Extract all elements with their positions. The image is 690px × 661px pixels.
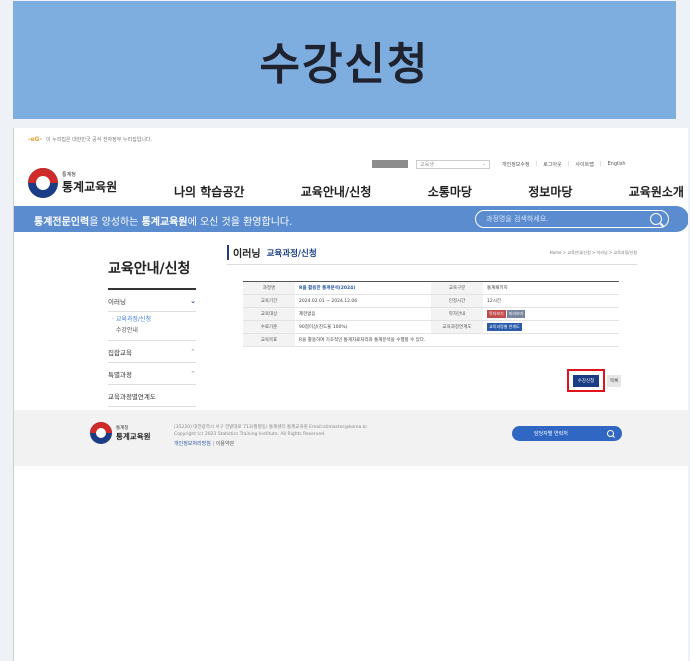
- sidebar: 교육안내/신청 이러닝 ⌄ · 교육과정/신청 수강안내 집합교육 ⌃ 특별과정 ⌃ …: [108, 241, 196, 407]
- edit-profile-link[interactable]: 개인정보수정: [502, 161, 530, 168]
- highlight-box: 수강신청: [567, 369, 605, 392]
- course-name: R을 활용한 통계분석(2024): [295, 281, 431, 295]
- english-link[interactable]: English: [607, 161, 625, 167]
- table-row: 교육목표 R을 활용하여 기초적인 통계자료처리와 통계분석을 수행할 수 있다…: [243, 333, 619, 347]
- course-search-input[interactable]: 과정명을 검색하세요.: [475, 210, 669, 228]
- content-header: 이러닝 교육과정/신청 Home > 교육안내/신청 > 이러닝 > 교육과정/…: [227, 241, 637, 265]
- sidebar-item-group-edu[interactable]: 집합교육 ⌃: [108, 341, 196, 363]
- apply-button[interactable]: 수강신청: [572, 374, 600, 387]
- terms-link[interactable]: 이용약관: [216, 441, 234, 447]
- footer-copyright: Copyright (c) 2023 Statistics Training I…: [174, 432, 326, 437]
- table-row: 교육기간 2024.02.01 ~ 2024.12.06 인정시간 12시간: [243, 294, 619, 308]
- site-logo[interactable]: 통계청 통계교육원: [28, 168, 117, 198]
- toc-view-button[interactable]: 목차보기: [487, 310, 506, 318]
- utility-bar: 교육생 ⌄ 개인정보수정 | 로그아웃 | 사이트맵 | English: [372, 158, 632, 170]
- nav-community[interactable]: 소통마당: [428, 183, 472, 200]
- welcome-slogan: 통계전문인력을 양성하는 통계교육원에 오신 것을 환영합니다.: [34, 217, 293, 228]
- nav-my-learning[interactable]: 나의 학습공간: [174, 183, 244, 200]
- footer-logo: 통계청 통계교육원: [90, 422, 151, 444]
- gov-mark-icon: -eG-: [28, 136, 42, 143]
- footer-info: (35220) 대전광역시 서구 한밭대로 713(월평동) 통계센터 통계교육…: [174, 424, 367, 448]
- gov-notice-text: 이 누리집은 대한민국 공식 전자정부 누리집입니다.: [45, 137, 153, 143]
- chevron-down-icon: ⌄: [190, 296, 196, 305]
- list-button[interactable]: 목록: [607, 374, 622, 387]
- sidebar-item-special[interactable]: 특별과정 ⌃: [108, 363, 196, 385]
- footer-address: (35220) 대전광역시 서구 한밭대로 713(월평동) 통계센터 통계교육…: [174, 425, 368, 430]
- search-icon: [607, 430, 614, 437]
- nav-about[interactable]: 교육원소개: [629, 183, 684, 200]
- slide-background: 수강신청 -eG- 이 누리집은 대한민국 공식 전자정부 누리집입니다. 교육…: [0, 0, 690, 661]
- action-buttons: 수강신청 목록: [567, 369, 622, 392]
- nav-info[interactable]: 정보마당: [528, 183, 572, 200]
- table-row: 과정명 R을 활용한 통계분석(2024) 교육구분 통계패키지: [243, 281, 619, 295]
- divider: |: [567, 161, 570, 167]
- search-icon[interactable]: [650, 213, 662, 225]
- preview-button[interactable]: 미리보기: [506, 310, 526, 318]
- search-placeholder: 과정명을 검색하세요.: [486, 215, 549, 223]
- gov-notice: -eG- 이 누리집은 대한민국 공식 전자정부 누리집입니다.: [28, 136, 152, 143]
- contact-by-staff-button[interactable]: 담당자별 연락처: [512, 426, 622, 441]
- logo-name: 통계교육원: [62, 180, 118, 194]
- table-row: 수료기준 90점이상(진도율 100%) 교육과정연계도 교육과정별 연계도: [243, 320, 619, 334]
- divider: |: [599, 161, 602, 167]
- roadmap-button[interactable]: 교육과정별 연계도: [487, 323, 522, 331]
- sidebar-item-roadmap[interactable]: 교육과정별연계도: [108, 385, 196, 407]
- sidebar-submenu: · 교육과정/신청 수강안내: [108, 312, 196, 341]
- logout-link[interactable]: 로그아웃: [543, 161, 561, 168]
- role-select[interactable]: 교육생 ⌄: [416, 159, 490, 169]
- chevron-down-icon: ⌄: [481, 161, 486, 167]
- footer: 통계청 통계교육원 (35220) 대전광역시 서구 한밭대로 713(월평동)…: [14, 410, 688, 466]
- page-title: 이러닝 교육과정/신청: [227, 245, 317, 260]
- nav-edu-apply[interactable]: 교육안내/신청: [301, 183, 372, 200]
- sidebar-sub-course-apply[interactable]: · 교육과정/신청: [112, 314, 196, 325]
- chevron-up-icon: ⌃: [190, 347, 196, 356]
- divider: |: [535, 161, 538, 167]
- course-info-table: 과정명 R을 활용한 통계분석(2024) 교육구분 통계패키지 교육기간 20…: [243, 281, 619, 347]
- sidebar-item-elearning[interactable]: 이러닝 ⌄: [108, 290, 196, 312]
- browser-screenshot: -eG- 이 누리집은 대한민국 공식 전자정부 누리집입니다. 교육생 ⌄ 개…: [13, 128, 688, 661]
- banner-title: 수강신청: [259, 39, 430, 90]
- table-row: 교육대상 제한없음 학자안내 목차보기 미리보기: [243, 307, 619, 321]
- sitemap-link[interactable]: 사이트맵: [575, 161, 593, 168]
- user-name-redacted: [372, 160, 408, 168]
- title-banner: 수강신청: [13, 1, 676, 119]
- privacy-policy-link[interactable]: 개인정보처리방침: [174, 441, 211, 447]
- breadcrumb: Home > 교육안내/신청 > 이러닝 > 교육과정/신청: [549, 249, 637, 255]
- main-nav: 나의 학습공간 교육안내/신청 소통마당 정보마당 교육원소개: [174, 183, 684, 200]
- taegeuk-logo-icon: [90, 422, 112, 444]
- main-content: 이러닝 교육과정/신청 Home > 교육안내/신청 > 이러닝 > 교육과정/…: [227, 241, 637, 392]
- role-select-value: 교육생: [420, 161, 434, 168]
- sidebar-title: 교육안내/신청: [108, 258, 196, 290]
- sidebar-sub-guide[interactable]: 수강안내: [112, 325, 196, 336]
- logo-org: 통계청: [62, 172, 76, 178]
- chevron-up-icon: ⌃: [190, 369, 196, 378]
- divider: |: [212, 441, 215, 447]
- taegeuk-logo-icon: [28, 168, 58, 198]
- welcome-bar: 통계전문인력을 양성하는 통계교육원에 오신 것을 환영합니다. 과정명을 검색…: [14, 206, 688, 232]
